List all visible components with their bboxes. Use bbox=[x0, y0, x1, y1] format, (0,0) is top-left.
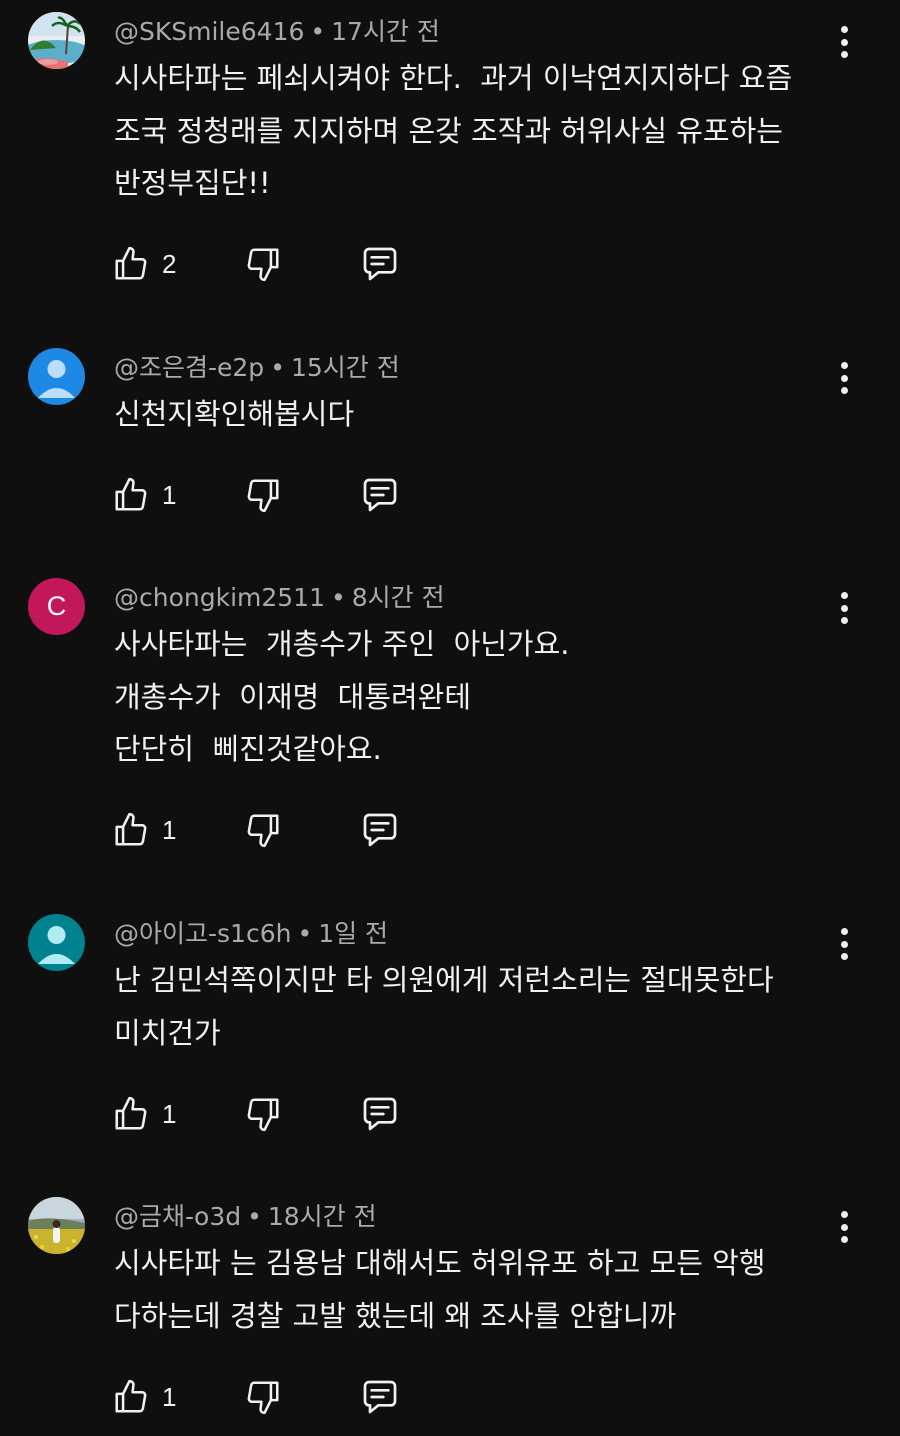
dislike-button[interactable] bbox=[244, 808, 282, 852]
thumbs-down-icon bbox=[247, 1381, 279, 1415]
comment-time: 1일 전 bbox=[318, 919, 389, 948]
reply-comment-icon bbox=[363, 1097, 397, 1131]
comment-line: 반정부집단!! bbox=[114, 166, 271, 200]
reply-comment-icon bbox=[363, 247, 397, 281]
thumbs-up-icon bbox=[115, 477, 147, 511]
more-vertical-icon[interactable] bbox=[830, 1209, 858, 1245]
default-avatar-icon bbox=[28, 348, 85, 405]
like-button[interactable]: 1 bbox=[112, 808, 176, 852]
avatar-letter: C bbox=[28, 578, 85, 635]
beach-avatar-image bbox=[28, 12, 85, 69]
meta-separator: • bbox=[247, 1202, 262, 1231]
comment-line: 난 김민석쪽이지만 타 의원에게 저런소리는 절대못한다 bbox=[114, 963, 774, 997]
comment-meta: @아이고-s1c6h • 1일 전 bbox=[114, 916, 388, 952]
comment-text: 사사타파는 개총수가 주인 아닌가요. 개총수가 이재명 대통려완테 단단히 삐… bbox=[114, 618, 834, 776]
comment-actions: 1 bbox=[112, 1092, 432, 1136]
thumbs-down-icon bbox=[247, 1098, 279, 1132]
like-button[interactable]: 1 bbox=[112, 1092, 176, 1136]
like-button[interactable]: 2 bbox=[112, 242, 176, 286]
comment-author[interactable]: @chongkim2511 bbox=[114, 583, 325, 612]
comment-item: C @chongkim2511 • 8시간 전 사사타파는 개총수가 주인 아닌가요… bbox=[0, 566, 900, 866]
reply-comment-icon bbox=[363, 478, 397, 512]
like-count: 1 bbox=[162, 479, 177, 510]
comment-time: 15시간 전 bbox=[290, 353, 400, 382]
thumbs-up-icon bbox=[115, 1379, 147, 1413]
meta-separator: • bbox=[297, 919, 313, 948]
thumbs-up-icon bbox=[115, 812, 147, 846]
thumbs-down-icon bbox=[247, 479, 279, 513]
reply-button[interactable] bbox=[360, 473, 400, 517]
comment-line: 시사타파는 페쇠시켜야 한다. 과거 이낙연지지하다 요즘 bbox=[114, 61, 793, 95]
comment-meta: @금채-o3d • 18시간 전 bbox=[114, 1199, 377, 1235]
dislike-button[interactable] bbox=[244, 1092, 282, 1136]
avatar[interactable] bbox=[28, 1197, 85, 1254]
more-vertical-icon[interactable] bbox=[830, 590, 858, 626]
comment-time: 8시간 전 bbox=[351, 583, 445, 612]
comment-time: 17시간 전 bbox=[331, 17, 440, 46]
comment-text: 신천지확인해봅시다 bbox=[114, 388, 834, 441]
meta-separator: • bbox=[270, 353, 285, 382]
like-count: 1 bbox=[162, 814, 177, 845]
dislike-button[interactable] bbox=[244, 1375, 282, 1419]
comment-line: 미치건가 bbox=[114, 1015, 221, 1050]
more-vertical-icon[interactable] bbox=[830, 24, 858, 60]
comment-meta: @chongkim2511 • 8시간 전 bbox=[114, 580, 445, 616]
like-count: 2 bbox=[162, 248, 177, 279]
avatar[interactable] bbox=[28, 12, 85, 69]
comment-time: 18시간 전 bbox=[267, 1202, 377, 1231]
reply-button[interactable] bbox=[360, 1092, 400, 1136]
avatar[interactable]: C bbox=[28, 578, 85, 635]
comment-actions: 2 bbox=[112, 242, 432, 286]
comment-item: @아이고-s1c6h • 1일 전 난 김민석쪽이지만 타 의원에게 저런소리는 절… bbox=[0, 902, 900, 1162]
avatar[interactable] bbox=[28, 914, 85, 971]
thumbs-up-icon bbox=[115, 246, 147, 280]
comment-line: 신천지확인해봅시다 bbox=[114, 397, 355, 431]
dislike-button[interactable] bbox=[244, 242, 282, 286]
flower-field-avatar-image bbox=[28, 1197, 85, 1254]
like-button[interactable]: 1 bbox=[112, 473, 176, 517]
reply-button[interactable] bbox=[360, 1375, 400, 1419]
avatar[interactable] bbox=[28, 348, 85, 405]
comment-author[interactable]: @SKSmile6416 bbox=[114, 17, 304, 46]
comment-author[interactable]: @금채-o3d bbox=[114, 1202, 241, 1231]
comment-item: @금채-o3d • 18시간 전 시사타파 는 김용남 대해서도 허위유포 하고 모… bbox=[0, 1185, 900, 1436]
reply-button[interactable] bbox=[360, 808, 400, 852]
comment-line: 시사타파 는 김용남 대해서도 허위유포 하고 모든 악행 bbox=[114, 1246, 766, 1280]
more-vertical-icon[interactable] bbox=[830, 926, 858, 962]
thumbs-up-icon bbox=[115, 1096, 147, 1130]
comment-meta: @SKSmile6416 • 17시간 전 bbox=[114, 14, 440, 50]
meta-separator: • bbox=[310, 17, 326, 46]
comment-line: 다하는데 경찰 고발 했는데 왜 조사를 안합니까 bbox=[114, 1298, 677, 1333]
reply-comment-icon bbox=[363, 1380, 397, 1414]
default-avatar-icon bbox=[28, 914, 85, 971]
dislike-button[interactable] bbox=[244, 473, 282, 517]
comment-actions: 1 bbox=[112, 473, 432, 517]
comment-line: 개총수가 이재명 대통려완테 bbox=[114, 679, 472, 714]
thumbs-down-icon bbox=[247, 814, 279, 848]
like-button[interactable]: 1 bbox=[112, 1375, 176, 1419]
comment-text: 난 김민석쪽이지만 타 의원에게 저런소리는 절대못한다 미치건가 bbox=[114, 954, 834, 1059]
comment-author[interactable]: @아이고-s1c6h bbox=[114, 919, 291, 948]
like-count: 1 bbox=[162, 1381, 177, 1412]
more-vertical-icon[interactable] bbox=[830, 360, 858, 396]
comment-text: 시사타파 는 김용남 대해서도 허위유포 하고 모든 악행 다하는데 경찰 고발… bbox=[114, 1237, 834, 1342]
comment-line: 사사타파는 개총수가 주인 아닌가요. bbox=[114, 627, 570, 661]
comment-item: @조은겸-e2p • 15시간 전 신천지확인해봅시다 1 bbox=[0, 336, 900, 536]
comment-item: @SKSmile6416 • 17시간 전 시사타파는 페쇠시켜야 한다. 과거 이… bbox=[0, 0, 900, 300]
meta-separator: • bbox=[331, 583, 346, 612]
comment-line: 조국 정청래를 지지하며 온갖 조작과 허위사실 유포하는 bbox=[114, 113, 783, 148]
reply-comment-icon bbox=[363, 813, 397, 847]
reply-button[interactable] bbox=[360, 242, 400, 286]
comment-author[interactable]: @조은겸-e2p bbox=[114, 353, 264, 382]
like-count: 1 bbox=[162, 1098, 177, 1129]
thumbs-down-icon bbox=[247, 248, 279, 282]
comment-line: 단단히 삐진것같아요. bbox=[114, 732, 382, 766]
comment-actions: 1 bbox=[112, 808, 432, 852]
comment-actions: 1 bbox=[112, 1375, 432, 1419]
comment-meta: @조은겸-e2p • 15시간 전 bbox=[114, 350, 400, 386]
comment-text: 시사타파는 페쇠시켜야 한다. 과거 이낙연지지하다 요즘 조국 정청래를 지지… bbox=[114, 52, 834, 210]
